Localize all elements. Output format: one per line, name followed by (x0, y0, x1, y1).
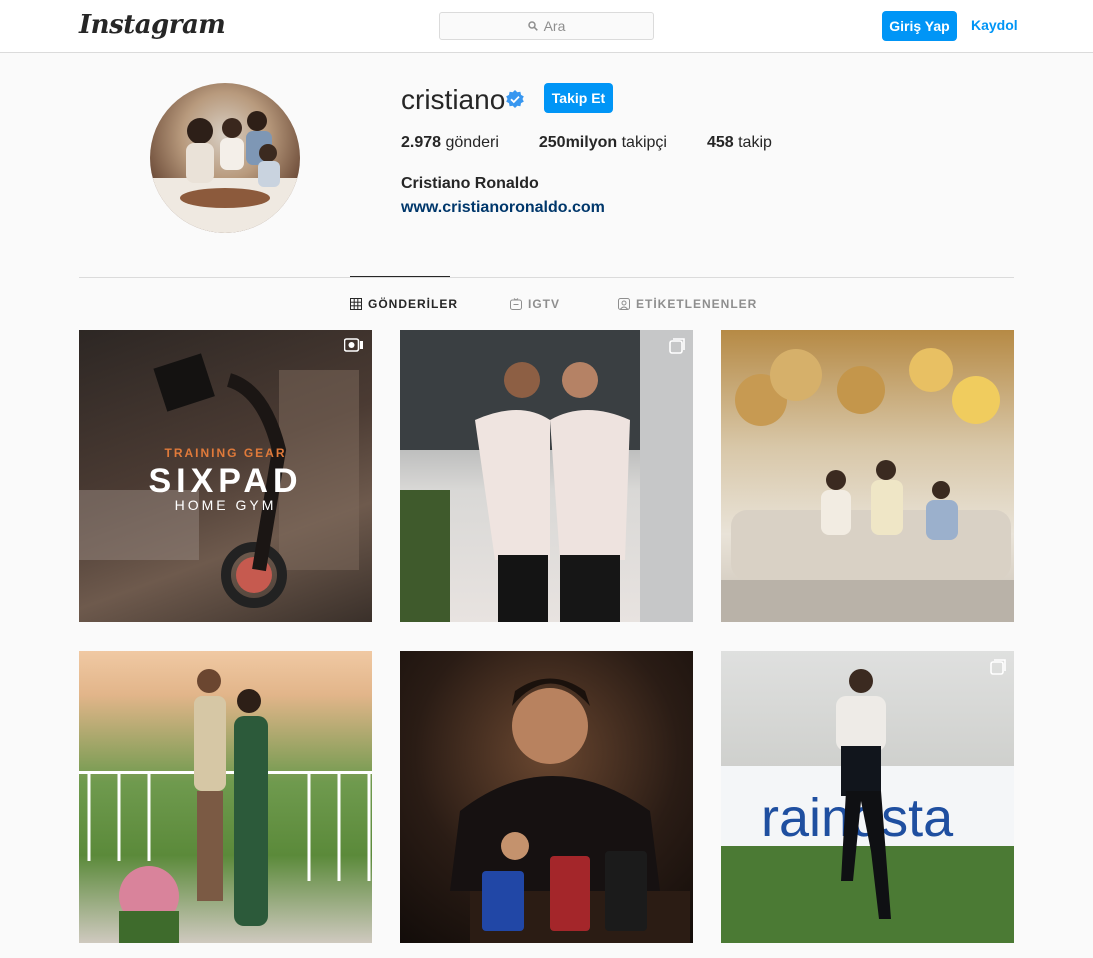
search-input[interactable]: Ara (439, 12, 654, 40)
post-overlay-tagline: TRAINING GEAR (164, 446, 287, 460)
followers-count-label: takipçi (621, 134, 667, 151)
posts-count-value: 2.978 (401, 134, 442, 151)
profile-full-name: Cristiano Ronaldo (401, 175, 539, 192)
grid-icon (350, 298, 362, 310)
post-thumbnail[interactable]: TRAINING GEAR SIXPAD HOME GYM (79, 330, 372, 622)
following-count-label: takip (738, 134, 772, 151)
post-photo (450, 678, 690, 943)
top-nav-bar: Instagram Ara Giriş Yap Kaydol (0, 0, 1093, 53)
active-tab-indicator (350, 276, 450, 277)
followers-count-value: 250milyon (538, 134, 618, 151)
carousel-icon (990, 659, 1006, 680)
posts-count-label: gönderi (445, 134, 499, 151)
post-photo (79, 669, 372, 943)
tab-tagged[interactable]: ETİKETLENENLER (618, 297, 757, 311)
tab-igtv-label: IGTV (528, 297, 561, 311)
tab-posts-label: GÖNDERİLER (368, 297, 459, 311)
post-thumbnail[interactable]: raindsta (721, 651, 1014, 943)
follow-button[interactable]: Takip Et (544, 83, 613, 113)
login-button[interactable]: Giriş Yap (882, 11, 957, 41)
igtv-icon (510, 298, 522, 310)
search-placeholder: Ara (543, 18, 566, 34)
verified-badge-icon (505, 89, 525, 109)
post-thumbnail[interactable] (79, 651, 372, 943)
tab-posts[interactable]: GÖNDERİLER (350, 297, 458, 311)
post-photo: raindsta (721, 669, 1014, 943)
post-overlay-subtitle: HOME GYM (174, 497, 277, 513)
posts-count: 2.978 gönderi (401, 134, 499, 152)
instagram-logo[interactable]: Instagram (79, 10, 226, 40)
post-thumbnail[interactable] (721, 330, 1014, 622)
following-count[interactable]: 458 takip (707, 134, 772, 152)
tab-igtv[interactable]: IGTV (510, 297, 560, 311)
post-overlay-brand: SIXPAD (148, 462, 303, 500)
tab-tagged-label: ETİKETLENENLER (636, 297, 758, 311)
following-count-value: 458 (706, 134, 734, 151)
post-thumbnail[interactable] (400, 651, 693, 943)
tabs-divider (79, 277, 1014, 278)
post-photo (721, 348, 1014, 622)
profile-username: cristiano (401, 84, 506, 115)
carousel-icon (669, 338, 685, 359)
profile-avatar (150, 83, 300, 233)
followers-count[interactable]: 250milyon takipçi (539, 134, 667, 152)
post-photo (400, 330, 693, 622)
signup-link[interactable]: Kaydol (971, 17, 1018, 33)
profile-stats: 2.978 gönderi 250milyon takipçi 458 taki… (401, 134, 812, 152)
search-icon (527, 18, 538, 34)
igtv-icon (343, 338, 364, 357)
profile-website-link[interactable]: www.cristianoronaldo.com (401, 199, 605, 217)
post-thumbnail[interactable] (400, 330, 693, 622)
tagged-icon (618, 298, 630, 310)
